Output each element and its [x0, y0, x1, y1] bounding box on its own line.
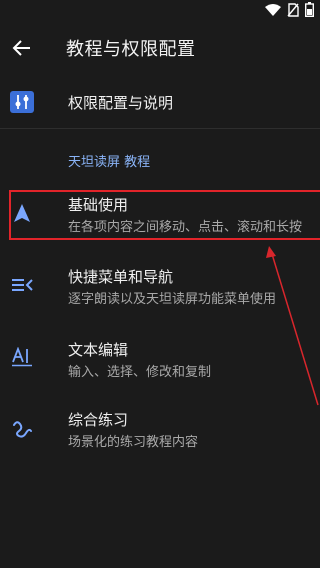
page-title: 教程与权限配置 — [66, 39, 196, 60]
tutorial-title: 快捷菜单和导航 — [68, 268, 174, 286]
annotation-highlight-box — [9, 190, 320, 240]
no-sim-icon — [287, 2, 299, 17]
tutorial-title: 文本编辑 — [68, 341, 129, 359]
tutorial-item-menu[interactable]: 快捷菜单和导航 逐字朗读以及天坦读屏功能菜单使用 — [0, 262, 320, 312]
section-header: 天坦读屏 教程 — [68, 155, 151, 170]
wifi-icon — [265, 3, 281, 16]
tutorial-item-practice[interactable]: 综合练习 场景化的练习教程内容 — [0, 405, 320, 455]
status-bar — [0, 0, 320, 20]
battery-icon — [305, 2, 314, 17]
permissions-row[interactable]: 权限配置与说明 — [0, 82, 320, 122]
tutorial-subtitle: 逐字朗读以及天坦读屏功能菜单使用 — [68, 292, 277, 307]
tutorial-subtitle: 场景化的练习教程内容 — [68, 435, 199, 450]
gesture-icon — [10, 417, 34, 441]
tutorial-title: 综合练习 — [68, 411, 129, 429]
permissions-label: 权限配置与说明 — [68, 94, 174, 112]
tutorial-item-text-edit[interactable]: 文本编辑 输入、选择、修改和复制 — [0, 335, 320, 385]
tutorial-subtitle: 输入、选择、修改和复制 — [68, 365, 212, 380]
menu-list-icon — [10, 273, 34, 297]
divider — [0, 128, 320, 129]
permissions-icon — [10, 90, 34, 114]
app-bar: 教程与权限配置 — [0, 26, 320, 70]
back-button[interactable] — [10, 36, 34, 60]
text-edit-icon — [10, 345, 34, 369]
arrow-left-icon — [12, 40, 30, 56]
